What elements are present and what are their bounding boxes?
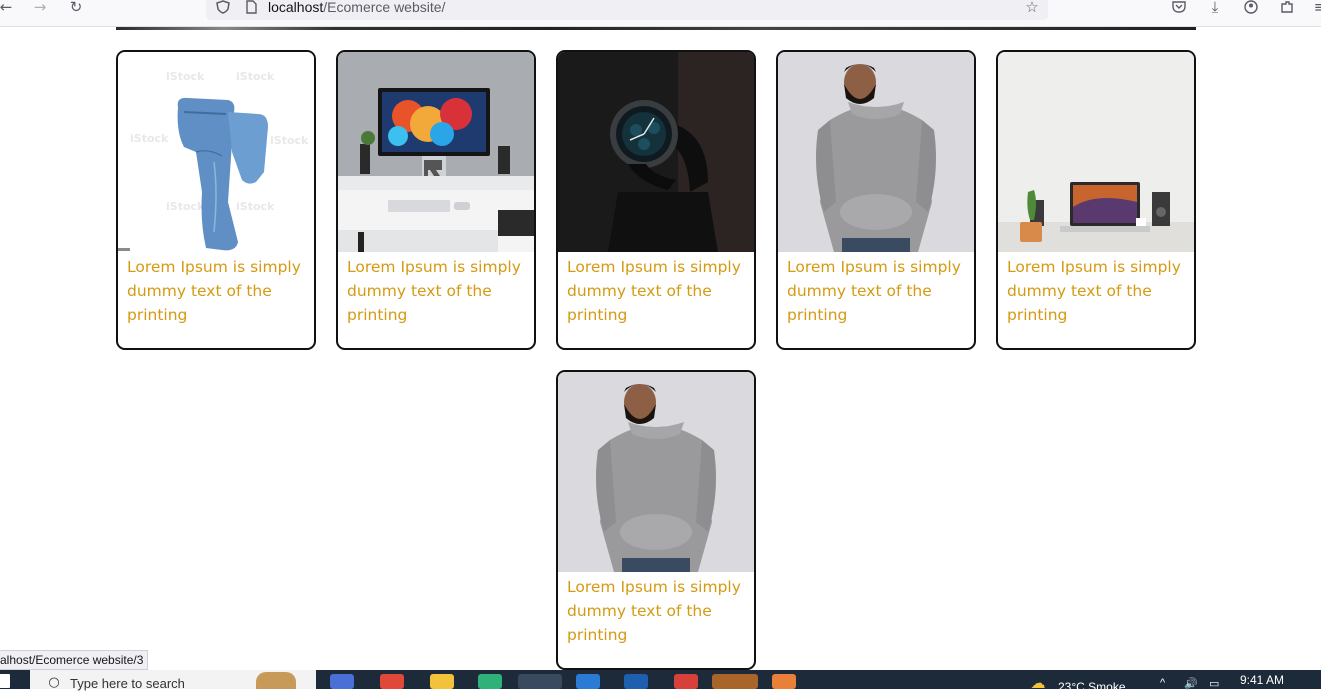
product-caption[interactable]: Lorem Ipsum is simply dummy text of the …	[787, 255, 967, 327]
browser-toolbar: ← → ↻ localhost/Ecomerce website/ ☆ ⤓ ≡	[0, 0, 1321, 27]
product-card[interactable]: Lorem Ipsum is simply dummy text of the …	[996, 50, 1196, 350]
volume-icon[interactable]: 🔊	[1184, 677, 1198, 690]
taskbar-clock[interactable]: 9:41 AM	[1240, 673, 1284, 687]
star-icon[interactable]: ☆	[1022, 0, 1042, 16]
forward-icon[interactable]: →	[30, 0, 50, 16]
hero-image-edge	[116, 27, 1196, 30]
pocket-icon[interactable]	[1169, 0, 1189, 16]
download-icon[interactable]: ⤓	[1205, 0, 1225, 16]
search-icon: ○	[48, 675, 60, 690]
account-icon[interactable]	[1241, 0, 1261, 16]
product-card[interactable]: Lorem Ipsum is simply dummy text of the …	[556, 370, 756, 670]
svg-text:iStock: iStock	[166, 70, 205, 83]
product-image-wristwatch[interactable]	[558, 52, 754, 252]
chrome-app-icon[interactable]	[380, 674, 404, 689]
product-caption[interactable]: Lorem Ipsum is simply dummy text of the …	[567, 255, 747, 327]
chrome-profile-icon[interactable]	[674, 674, 698, 689]
store-app-icon[interactable]	[576, 674, 600, 689]
firefox-app-icon[interactable]	[518, 674, 562, 689]
edge-app-icon[interactable]	[478, 674, 502, 689]
copilot-app-icon[interactable]	[330, 674, 354, 689]
product-caption[interactable]: Lorem Ipsum is simply dummy text of the …	[567, 575, 747, 647]
tray-arrow-icon[interactable]: ^	[1160, 677, 1165, 689]
url-text[interactable]: localhost/Ecomerce website/	[268, 0, 445, 15]
mail-app-icon[interactable]	[624, 674, 648, 689]
network-icon[interactable]: ▭	[1209, 677, 1219, 690]
product-card[interactable]: Lorem Ipsum is simply dummy text of the …	[776, 50, 976, 350]
product-caption[interactable]: Lorem Ipsum is simply dummy text of the …	[1007, 255, 1187, 327]
status-link-preview: alhost/Ecomerce website/3	[0, 650, 149, 670]
svg-text:iStock: iStock	[130, 132, 169, 145]
product-image-man-hoodie[interactable]	[558, 372, 754, 572]
product-caption[interactable]: Lorem Ipsum is simply dummy text of the …	[127, 255, 307, 327]
url-path: /Ecomerce website/	[323, 0, 446, 15]
shield-icon[interactable]	[213, 0, 233, 16]
svg-text:iStock: iStock	[270, 134, 309, 147]
taskbar-weather[interactable]: 23°C Smoke	[1058, 680, 1126, 694]
file-explorer-icon[interactable]	[430, 674, 454, 689]
product-card[interactable]: Lorem Ipsum is simply dummy text of the …	[556, 50, 756, 350]
extensions-icon[interactable]	[1277, 0, 1297, 16]
cookie-icon	[256, 672, 296, 689]
reload-icon[interactable]: ↻	[66, 0, 86, 16]
menu-icon[interactable]: ≡	[1310, 0, 1321, 16]
product-caption[interactable]: Lorem Ipsum is simply dummy text of the …	[347, 255, 527, 327]
svg-text:iStock: iStock	[166, 200, 205, 213]
vscode-app-icon[interactable]	[712, 674, 758, 689]
windows-start-icon[interactable]	[0, 674, 10, 688]
svg-text:iStock: iStock	[236, 70, 275, 83]
xampp-app-icon[interactable]	[772, 674, 796, 689]
product-image-jeans[interactable]: iStock iStock iStock iStock iStock iStock	[118, 52, 314, 252]
back-icon[interactable]: ←	[0, 0, 16, 16]
product-card[interactable]: iStock iStock iStock iStock iStock iStock L…	[116, 50, 316, 350]
weather-icon: ☁	[1030, 674, 1046, 692]
svg-text:iStock: iStock	[236, 200, 275, 213]
product-card[interactable]: Lorem Ipsum is simply dummy text of the …	[336, 50, 536, 350]
page-icon[interactable]	[241, 0, 261, 16]
url-host: localhost	[268, 0, 324, 15]
product-image-desk-monitor[interactable]	[338, 52, 534, 252]
product-image-laptop-desk[interactable]	[998, 52, 1194, 252]
product-image-man-hoodie[interactable]	[778, 52, 974, 252]
